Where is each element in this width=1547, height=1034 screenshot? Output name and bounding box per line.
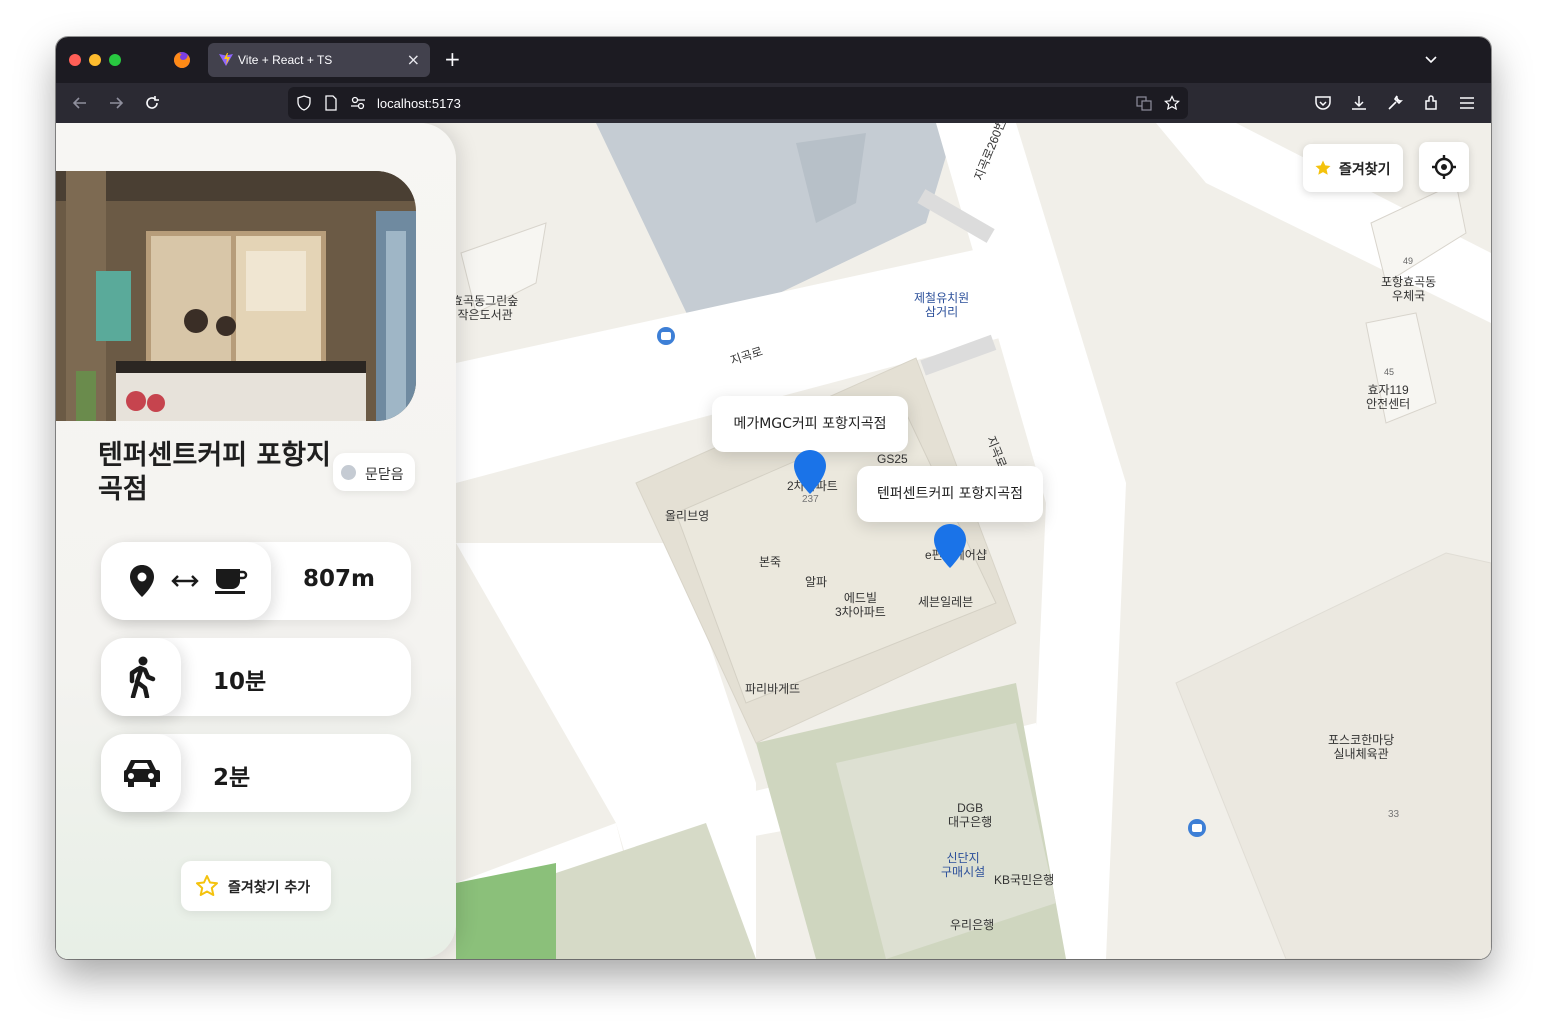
crosshair-icon — [1432, 155, 1456, 179]
map-label-fire-center: 효자119 안전센터 — [1366, 383, 1411, 411]
car-icon-wrap — [101, 734, 181, 812]
map-label-post-office: 포항효곡동 우체국 — [1381, 275, 1437, 303]
map-label-seven-eleven: 세븐일레븐 — [918, 595, 974, 609]
map-label-library: 효곡동그린숲 작은도서관 — [452, 294, 519, 322]
store-photo — [56, 171, 416, 421]
walking-person-icon — [129, 656, 156, 698]
permissions-icon[interactable] — [350, 95, 366, 111]
shield-icon[interactable] — [296, 95, 312, 111]
map-label-gym: 포스코한마당 실내체육관 — [1328, 733, 1395, 761]
map-label-number: 49 — [1403, 256, 1414, 266]
app-content: 효곡동그린숲 작은도서관 지곡로 지곡로260번 지곡로 제철유치원 삼거리 포… — [56, 123, 1491, 959]
arrows-horizontal-icon — [171, 575, 199, 587]
walk-time-value: 10분 — [213, 669, 267, 695]
map-label-woori: 우리은행 — [950, 918, 995, 932]
url-bar[interactable]: localhost:5173 — [288, 87, 1188, 119]
marker-tooltip-mega[interactable]: 메가MGC커피 포항지곡점 — [712, 396, 908, 452]
new-tab-button[interactable]: + — [444, 48, 461, 70]
map-label-number: 237 — [802, 494, 819, 505]
drive-time-card: 2분 — [101, 734, 411, 812]
map-label-junction: 제철유치원 삼거리 — [914, 291, 970, 319]
map-label-alpa: 알파 — [805, 575, 828, 589]
add-favorite-button[interactable]: 즐겨찾기 추가 — [181, 861, 331, 911]
location-pin-icon — [130, 565, 154, 597]
downloads-icon[interactable] — [1349, 93, 1369, 113]
url-text[interactable]: localhost:5173 — [377, 96, 461, 111]
distance-card: 807m — [101, 542, 411, 620]
tab-active[interactable]: Vite + React + TS × — [208, 43, 430, 77]
star-bookmark-icon[interactable] — [1164, 95, 1180, 111]
page-icon[interactable] — [323, 95, 339, 111]
current-location-button[interactable] — [1419, 142, 1469, 192]
distance-value: 807m — [303, 566, 375, 592]
cafe-storefront-image — [56, 171, 416, 421]
map-label-dgb: DGB 대구은행 — [948, 801, 993, 829]
map-label-paris-baguette: 파리바게뜨 — [745, 682, 801, 696]
wrench-icon[interactable] — [1385, 93, 1405, 113]
extensions-icon[interactable] — [1421, 93, 1441, 113]
browser-window: Vite + React + TS × + localhost:5173 효곡동… — [56, 37, 1491, 959]
map-label-bonjuk: 본죽 — [759, 555, 782, 569]
back-icon[interactable] — [70, 93, 90, 113]
add-favorite-label: 즐겨찾기 추가 — [228, 880, 311, 896]
map-label-number: 33 — [1388, 809, 1400, 820]
coffee-cup-icon — [215, 569, 248, 594]
translate-icon[interactable] — [1136, 95, 1152, 111]
close-window-button[interactable] — [69, 54, 81, 66]
vite-icon — [219, 53, 233, 66]
map-label-number: 45 — [1384, 367, 1395, 377]
star-outline-icon — [196, 875, 218, 896]
reload-icon[interactable] — [142, 93, 162, 113]
store-detail-panel: 텐퍼센트커피 포항지곡점 문닫음 807m 10분 2분 즐겨찾기 추가 — [56, 123, 456, 959]
status-dot-icon — [341, 465, 356, 480]
map-label-edvill: 에드빌 3차아파트 — [835, 591, 886, 619]
firefox-icon[interactable] — [173, 51, 191, 69]
minimize-window-button[interactable] — [89, 54, 101, 66]
tab-title: Vite + React + TS — [238, 53, 333, 67]
car-icon — [124, 760, 160, 787]
status-label: 문닫음 — [365, 467, 404, 483]
marker-tooltip-tenpercent[interactable]: 텐퍼센트커피 포항지곡점 — [857, 466, 1043, 522]
forward-icon[interactable] — [106, 93, 126, 113]
map-label-gs25: GS25 — [877, 452, 908, 466]
star-filled-icon — [1315, 160, 1331, 175]
menu-icon[interactable] — [1457, 93, 1477, 113]
navigation-bar: localhost:5173 — [56, 83, 1491, 123]
maximize-window-button[interactable] — [109, 54, 121, 66]
map-pin-icon[interactable] — [933, 523, 967, 569]
favorites-label: 즐겨찾기 — [1339, 162, 1391, 178]
distance-icons — [101, 542, 271, 620]
pocket-icon[interactable] — [1313, 93, 1333, 113]
favorites-button[interactable]: 즐겨찾기 — [1303, 144, 1403, 192]
chevron-down-icon[interactable] — [1423, 51, 1439, 67]
map-label-market: 신단지 구매시설 — [941, 851, 986, 879]
walk-icon-wrap — [101, 638, 181, 716]
status-badge: 문닫음 — [333, 453, 415, 491]
store-name: 텐퍼센트커피 포항지곡점 — [98, 440, 331, 505]
tab-bar: Vite + React + TS × + — [56, 37, 1491, 83]
close-tab-icon[interactable]: × — [407, 50, 420, 69]
map-label-olive-young: 올리브영 — [665, 509, 710, 523]
map-label-kb: KB국민은행 — [994, 873, 1055, 887]
map-pin-icon[interactable] — [793, 449, 827, 495]
drive-time-value: 2분 — [213, 765, 251, 791]
walk-time-card: 10분 — [101, 638, 411, 716]
